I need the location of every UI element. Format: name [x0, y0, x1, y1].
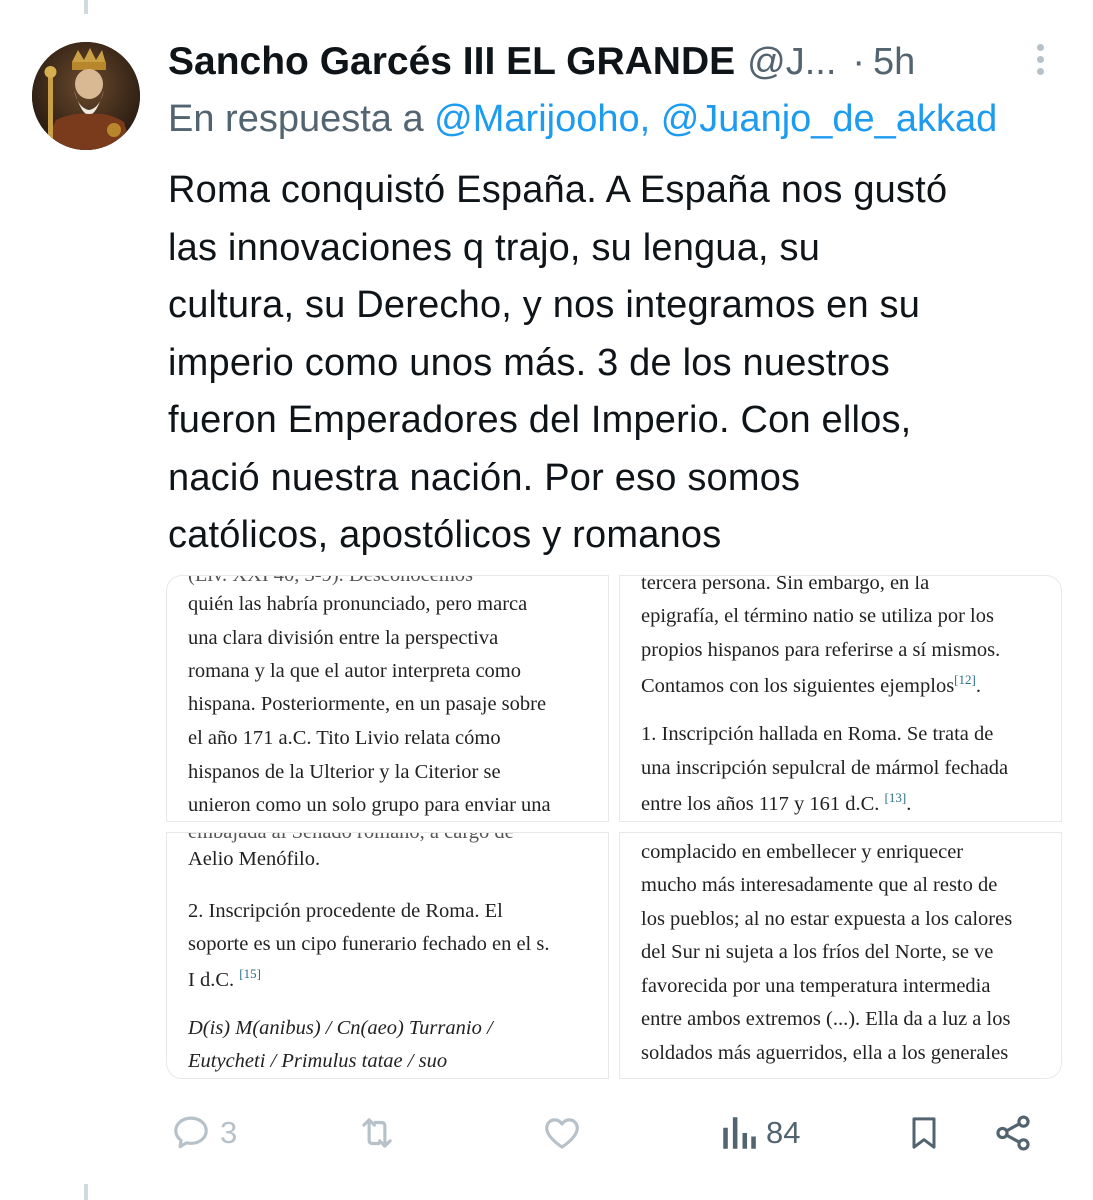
reply-context: En respuesta a @Marijooho, @Juanjo_de_ak… — [168, 98, 1088, 141]
media-image-3[interactable]: embajada al Senado romano, a cargo de Ae… — [166, 832, 609, 1079]
reply-mentions[interactable]: @Marijooho, @Juanjo_de_akkad — [434, 98, 997, 140]
text-cut-line: (Liv. XXI 40, 3-9). Desconocemos — [188, 575, 474, 586]
text-line: Contamos con los siguientes ejemplos[12]… — [641, 672, 981, 698]
reply-icon — [174, 1116, 208, 1149]
footnote-ref[interactable]: [15] — [239, 966, 261, 981]
tweet-text: Roma conquistó España. A España nos gust… — [168, 162, 1068, 565]
reply-count: 3 — [220, 1115, 238, 1150]
text-line: mucho más interesadamente que al resto d… — [641, 874, 998, 896]
tweet-actions-bar: 3 84 — [170, 1108, 1050, 1158]
share-button[interactable] — [992, 1108, 1034, 1158]
tweet-text-line: las innovaciones q trajo, su lengua, su — [168, 226, 821, 269]
text-line: una clara división entre la perspectiva — [188, 627, 499, 649]
retweet-button[interactable] — [354, 1108, 408, 1158]
text-line: quién las habría pronunciado, pero marca — [188, 593, 528, 615]
text-punct: . — [906, 792, 912, 815]
text-line-italic: D(is) M(anibus) / Cn(aeo) Turranio / — [188, 1017, 493, 1039]
text-cut-line: embajada al Senado romano, a cargo de — [188, 832, 514, 843]
text-line: entre los años 117 y 161 d.C. [13]. — [641, 790, 911, 816]
bookmark-icon — [912, 1117, 936, 1149]
reply-prefix: En respuesta a — [168, 98, 424, 140]
more-options-icon[interactable] — [1030, 44, 1050, 84]
text-line: favorecida por una temperatura intermedi… — [641, 975, 991, 997]
media-image-1[interactable]: (Liv. XXI 40, 3-9). Desconocemos quién l… — [166, 575, 609, 822]
text-line: unieron como un solo grupo para enviar u… — [188, 794, 551, 816]
text-line: 1. Inscripción hallada en Roma. Se trata… — [641, 723, 994, 745]
author-handle[interactable]: @J... — [747, 41, 836, 84]
views-button[interactable]: 84 — [720, 1108, 800, 1158]
thread-line-bottom — [84, 1184, 88, 1200]
analytics-bar-icon — [723, 1117, 756, 1149]
tweet-header: Sancho Garcés III EL GRANDE @J... · 5h — [168, 38, 1068, 86]
reply-button[interactable]: 3 — [170, 1108, 237, 1158]
footnote-ref[interactable]: [12] — [954, 672, 976, 687]
media-image-4[interactable]: complacido en embellecer y enriquecer mu… — [619, 832, 1062, 1079]
text-line: el año 171 a.C. Tito Livio relata cómo — [188, 727, 501, 749]
text-line: Aelio Menófilo. — [188, 848, 321, 870]
text-line: 2. Inscripción procedente de Roma. El — [188, 900, 503, 922]
king-portrait-avatar-image — [32, 42, 140, 150]
text-line: entre ambos extremos (...). Ella da a lu… — [641, 1008, 1011, 1030]
text-line-italic: Eutycheti / Primulus tatae / suo — [188, 1050, 448, 1072]
tweet-text-line: cultura, su Derecho, y nos integramos en… — [168, 284, 921, 326]
text-line-content: Contamos con los siguientes ejemplos — [641, 674, 955, 697]
text-line: los pueblos; al no estar expuesta a los … — [641, 908, 1013, 930]
like-button[interactable] — [540, 1108, 592, 1158]
thread-line-top — [84, 0, 88, 14]
media-image-2[interactable]: tercera persona. Sin embargo, en la epig… — [619, 575, 1062, 822]
separator-dot: · — [852, 40, 866, 83]
view-count: 84 — [766, 1115, 801, 1150]
text-line: complacido en embellecer y enriquecer — [641, 841, 964, 863]
tweet-text-line: fueron Emperadores del Imperio. Con ello… — [168, 399, 912, 441]
text-line: hispanos de la Ulterior y la Citerior se — [188, 761, 501, 783]
text-line: epigrafía, el término natio se utiliza p… — [641, 605, 994, 627]
text-line: una inscripción sepulcral de mármol fech… — [641, 757, 1009, 779]
text-line: tercera persona. Sin embargo, en la — [641, 575, 930, 594]
text-line: hispana. Posteriormente, en un pasaje so… — [188, 693, 547, 715]
author-name[interactable]: Sancho Garcés III EL GRANDE — [168, 40, 735, 84]
text-line: soldados más aguerridos, ella a los gene… — [641, 1042, 1009, 1064]
tweet-text-line: imperio como unos más. 3 de los nuestros — [168, 341, 890, 384]
text-line: propios hispanos para referirse a sí mis… — [641, 639, 1001, 661]
media-grid: (Liv. XXI 40, 3-9). Desconocemos quién l… — [166, 575, 1062, 1079]
text-punct: . — [975, 674, 981, 697]
retweet-icon — [362, 1118, 392, 1148]
heart-icon — [545, 1118, 579, 1149]
tweet-text-line: católicos, apostólicos y romanos — [168, 514, 722, 556]
avatar[interactable] — [32, 42, 140, 150]
tweet-text-line: Roma conquistó España. A España nos gust… — [168, 169, 948, 211]
share-icon — [996, 1115, 1030, 1151]
tweet-timestamp[interactable]: 5h — [873, 41, 915, 84]
tweet-text-line: nació nuestra nación. Por eso somos — [168, 456, 801, 499]
bookmark-button[interactable] — [904, 1108, 944, 1158]
text-line-content: I d.C. — [188, 968, 235, 991]
text-line: del Sur ni sujeta a los fríos del Norte,… — [641, 941, 994, 963]
text-line: I d.C. [15] — [188, 966, 261, 992]
text-line: romana y la que el autor interpreta como — [188, 660, 521, 682]
text-line: soporte es un cipo funerario fechado en … — [188, 933, 550, 955]
footnote-ref[interactable]: [13] — [885, 790, 907, 805]
text-line-content: entre los años 117 y 161 d.C. — [641, 792, 880, 815]
